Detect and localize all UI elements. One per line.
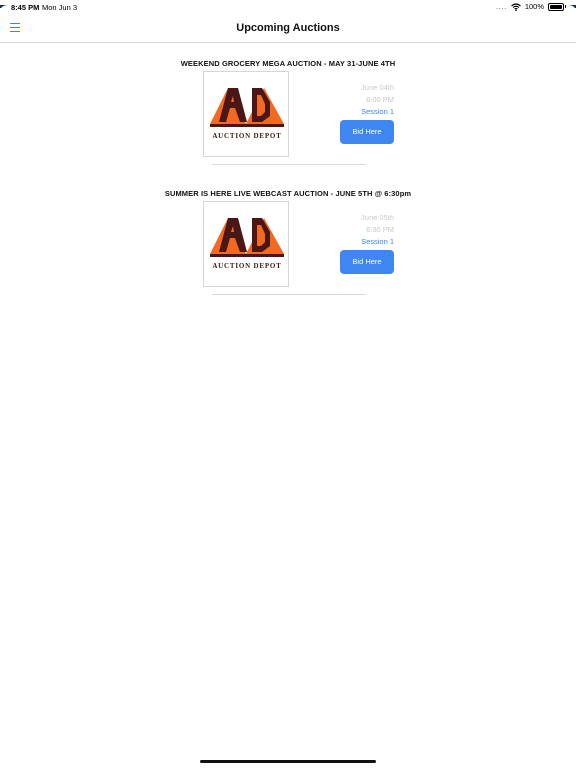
auction-meta: June 04th 6:00 PM Session 1 xyxy=(314,82,394,118)
page-title: Upcoming Auctions xyxy=(236,22,340,34)
status-time: 8:45 PM xyxy=(11,3,40,12)
status-bar: 8:45 PM Mon Jun 3 .... 100% xyxy=(0,0,576,14)
bid-here-button[interactable]: Bid Here xyxy=(340,250,394,274)
navigation-bar: Upcoming Auctions xyxy=(0,14,576,43)
logo-text: AUCTION DEPOT xyxy=(212,262,281,270)
session-link[interactable]: Session 1 xyxy=(314,106,394,118)
logo-text: AUCTION DEPOT xyxy=(212,132,281,140)
auction-title: WEEKEND GROCERY MEGA AUCTION - MAY 31-JU… xyxy=(180,59,396,68)
auction-date: June 04th xyxy=(361,83,394,92)
status-date: Mon Jun 3 xyxy=(42,3,78,12)
auction-depot-logo-icon: AUCTION DEPOT xyxy=(210,88,284,140)
battery-percent: 100% xyxy=(524,2,544,11)
auction-logo[interactable]: AUCTION DEPOT xyxy=(203,201,289,287)
auction-logo[interactable]: AUCTION DEPOT xyxy=(203,71,289,157)
auction-date: June 05th xyxy=(361,213,394,222)
signal-dots: .... xyxy=(495,2,507,11)
divider xyxy=(212,294,366,295)
auction-depot-logo-icon: AUCTION DEPOT xyxy=(210,218,284,270)
auction-title: SUMMER IS HERE LIVE WEBCAST AUCTION - JU… xyxy=(164,189,412,198)
auction-meta: June 05th 6:30 PM Session 1 xyxy=(314,212,394,248)
battery-icon xyxy=(548,2,566,11)
wifi-icon xyxy=(510,2,521,11)
home-indicator[interactable] xyxy=(200,760,376,763)
auction-time: 6:00 PM xyxy=(366,95,394,104)
auction-time: 6:30 PM xyxy=(366,225,394,234)
session-link[interactable]: Session 1 xyxy=(314,236,394,248)
bid-here-button[interactable]: Bid Here xyxy=(340,120,394,144)
status-indicators: .... 100% xyxy=(495,2,566,11)
divider xyxy=(212,164,366,165)
